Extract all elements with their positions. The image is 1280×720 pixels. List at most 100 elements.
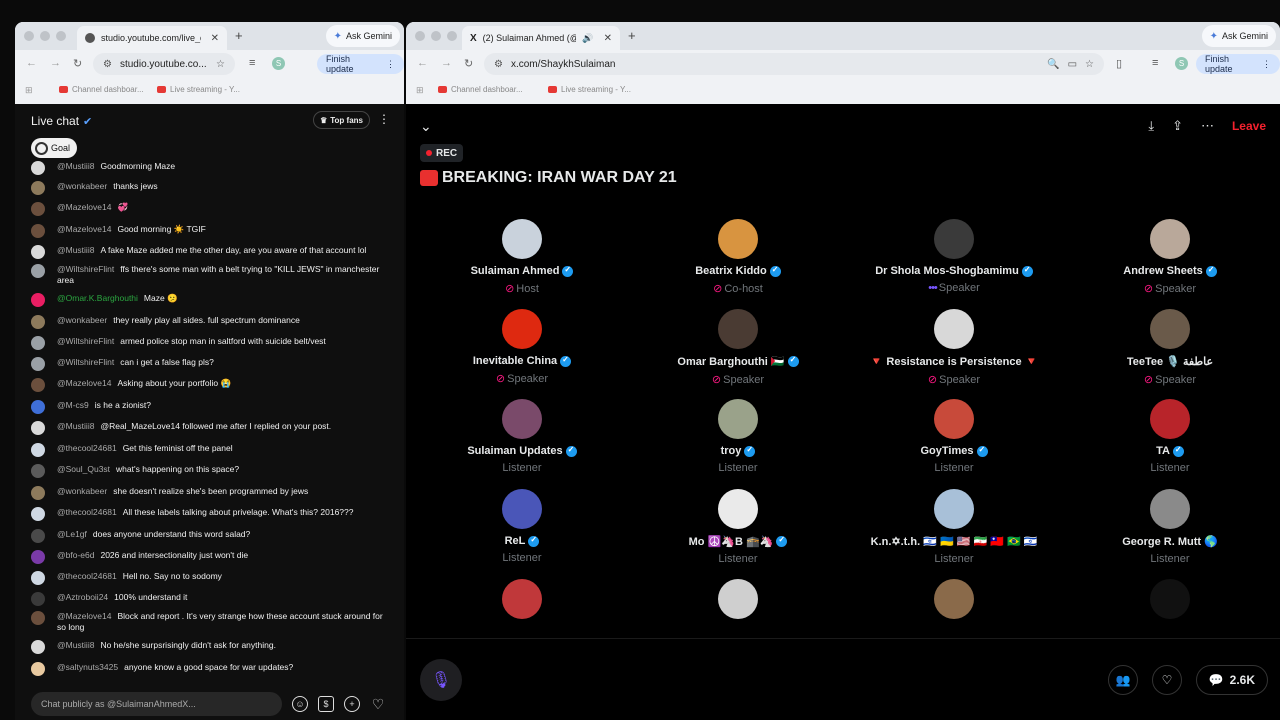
address-bar[interactable]: ⚙ studio.youtube.co... ☆	[93, 53, 235, 75]
participant-card[interactable]: George R. Mutt 🌎 Listener	[1062, 489, 1278, 565]
chat-author[interactable]: @Mazelove14	[57, 202, 111, 212]
site-info-icon[interactable]: ⚙	[494, 59, 503, 70]
participant-avatar[interactable]	[718, 309, 758, 349]
super-chat-icon[interactable]: $	[318, 696, 334, 712]
participant-card[interactable]: Inevitable China ⊘Speaker	[414, 309, 630, 385]
avatar[interactable]	[31, 293, 45, 307]
cast-icon[interactable]: ▭	[1068, 59, 1077, 70]
chat-message[interactable]: @WiltshireFlint ffs there's some man with…	[15, 264, 404, 286]
avatar[interactable]	[31, 550, 45, 564]
chat-author[interactable]: @Mustiii8	[57, 640, 94, 650]
minimize-dock-icon[interactable]: ⤓	[1148, 118, 1154, 134]
participant-card[interactable]	[414, 579, 630, 625]
participant-card[interactable]: Sulaiman Updates Listener	[414, 399, 630, 474]
avatar[interactable]	[31, 202, 45, 216]
avatar[interactable]	[31, 245, 45, 259]
share-icon[interactable]: ⇪	[1172, 118, 1183, 134]
bookmark-channel-dashboard[interactable]: Channel dashboar...	[59, 85, 144, 94]
more-options-icon[interactable]: ⋮	[378, 112, 390, 126]
participant-avatar[interactable]	[934, 399, 974, 439]
participant-card[interactable]: Sulaiman Ahmed ⊘Host	[414, 219, 630, 295]
chat-message-list[interactable]: @Mustiii8 Goodmorning Maze @wonkabeer thank…	[15, 160, 404, 686]
site-info-icon[interactable]: ⚙	[103, 59, 112, 70]
participant-avatar[interactable]	[502, 489, 542, 529]
avatar[interactable]	[31, 662, 45, 676]
forward-icon[interactable]: →	[441, 57, 452, 69]
chat-message[interactable]: @wonkabeer she doesn't realize she's been…	[15, 486, 404, 500]
participant-card[interactable]	[846, 579, 1062, 625]
chat-message[interactable]: @Mazelove14 Block and report . It's very …	[15, 611, 404, 633]
chat-message[interactable]: @Omar.K.Barghouthi Maze 🫤	[15, 293, 404, 307]
avatar[interactable]	[31, 640, 45, 654]
avatar[interactable]	[31, 529, 45, 543]
window-controls[interactable]	[415, 31, 457, 41]
participant-card[interactable]: 🔻 Resistance is Persistence 🔻 ⊘ Speaker	[846, 309, 1062, 386]
bookmark-live-streaming[interactable]: Live streaming - Y...	[157, 85, 240, 94]
browser-tab[interactable]: studio.youtube.com/live_chat ✕	[77, 26, 227, 50]
browser-tab[interactable]: X (2) Sulaiman Ahmed (@S 🔊 ✕	[462, 26, 620, 50]
close-tab-icon[interactable]: ✕	[604, 33, 612, 44]
reload-icon[interactable]: ↻	[73, 57, 82, 70]
avatar[interactable]	[31, 224, 45, 238]
avatar[interactable]	[31, 315, 45, 329]
participant-card[interactable]: TA Listener	[1062, 399, 1278, 474]
chat-message[interactable]: @Mustiii8 A fake Maze added me the other …	[15, 245, 404, 259]
chat-message[interactable]: @thecool24681 Get this feminist off the p…	[15, 443, 404, 457]
browser-menu-icon[interactable]: ⋮	[386, 59, 395, 70]
finish-update-button[interactable]: Finish update ⋮	[317, 54, 404, 74]
profile-avatar[interactable]: S	[1175, 57, 1188, 70]
avatar[interactable]	[31, 421, 45, 435]
back-icon[interactable]: ←	[417, 57, 428, 69]
participant-avatar[interactable]	[502, 309, 542, 349]
avatar[interactable]	[31, 264, 45, 278]
avatar[interactable]	[31, 378, 45, 392]
ask-gemini-button[interactable]: ✦ Ask Gemini	[1201, 25, 1276, 47]
chat-message[interactable]: @Le1gf does anyone understand this word s…	[15, 529, 404, 543]
participant-card[interactable]: Beatrix Kiddo ⊘Co-host	[630, 219, 846, 295]
participant-avatar[interactable]	[934, 309, 974, 349]
new-tab-icon[interactable]: +	[628, 28, 636, 43]
bookmark-star-icon[interactable]: ☆	[1085, 59, 1094, 70]
goal-chip[interactable]: Goal	[31, 138, 78, 158]
window-controls[interactable]	[24, 31, 66, 41]
avatar[interactable]	[31, 611, 45, 625]
chat-author[interactable]: @Mazelove14	[57, 611, 111, 621]
avatar[interactable]	[31, 592, 45, 606]
reload-icon[interactable]: ↻	[464, 57, 473, 70]
address-bar[interactable]: ⚙ x.com/ShaykhSulaiman 🔍 ▭ ☆	[484, 53, 1104, 75]
participant-avatar[interactable]	[502, 219, 542, 259]
participant-card[interactable]: TeeTee 🎙️ عاطفة ⊘ Speaker	[1062, 309, 1278, 386]
apps-grid-icon[interactable]: ⊞	[25, 85, 33, 96]
chat-message[interactable]: @thecool24681 Hell no. Say no to sodomy	[15, 571, 404, 585]
reading-list-icon[interactable]: ≡	[249, 57, 255, 69]
chat-message[interactable]: @Mazelove14 Asking about your portfolio 😭	[15, 378, 404, 392]
chat-author[interactable]: @Le1gf	[57, 529, 87, 539]
participant-avatar[interactable]	[934, 219, 974, 259]
participant-avatar[interactable]	[718, 579, 758, 619]
participant-avatar[interactable]	[1150, 489, 1190, 529]
chat-author[interactable]: @Mazelove14	[57, 378, 111, 388]
chat-author[interactable]: @thecool24681	[57, 443, 117, 453]
chat-author[interactable]: @thecool24681	[57, 571, 117, 581]
participant-card[interactable]: Mo ☮️🦄B 🕋🦄 Listener	[630, 489, 846, 565]
participant-card[interactable]: Omar Barghouthi 🇵🇸 ⊘Speaker	[630, 309, 846, 386]
chat-author[interactable]: @Omar.K.Barghouthi	[57, 293, 138, 303]
chat-message[interactable]: @Mustiii8 Goodmorning Maze	[15, 161, 404, 175]
collapse-chevron-icon[interactable]: ⌄	[420, 118, 432, 135]
new-tab-icon[interactable]: +	[235, 28, 243, 43]
chat-input[interactable]: Chat publicly as @SulaimanAhmedX...	[31, 692, 282, 716]
avatar[interactable]	[31, 571, 45, 585]
participant-card[interactable]: GoyTimes Listener	[846, 399, 1062, 474]
chat-author[interactable]: @WiltshireFlint	[57, 336, 114, 346]
top-fans-button[interactable]: ♛ Top fans	[313, 111, 370, 129]
chat-message[interactable]: @M-cs9 is he a zionist?	[15, 400, 404, 414]
chat-author[interactable]: @M-cs9	[57, 400, 89, 410]
people-button[interactable]: 👥	[1108, 665, 1138, 695]
more-options-icon[interactable]: ⋯	[1201, 118, 1214, 134]
add-icon[interactable]: +	[344, 696, 360, 712]
avatar[interactable]	[31, 357, 45, 371]
participant-avatar[interactable]	[934, 579, 974, 619]
chat-author[interactable]: @wonkabeer	[57, 486, 107, 496]
participant-avatar[interactable]	[718, 219, 758, 259]
participant-card[interactable]	[1062, 579, 1278, 625]
